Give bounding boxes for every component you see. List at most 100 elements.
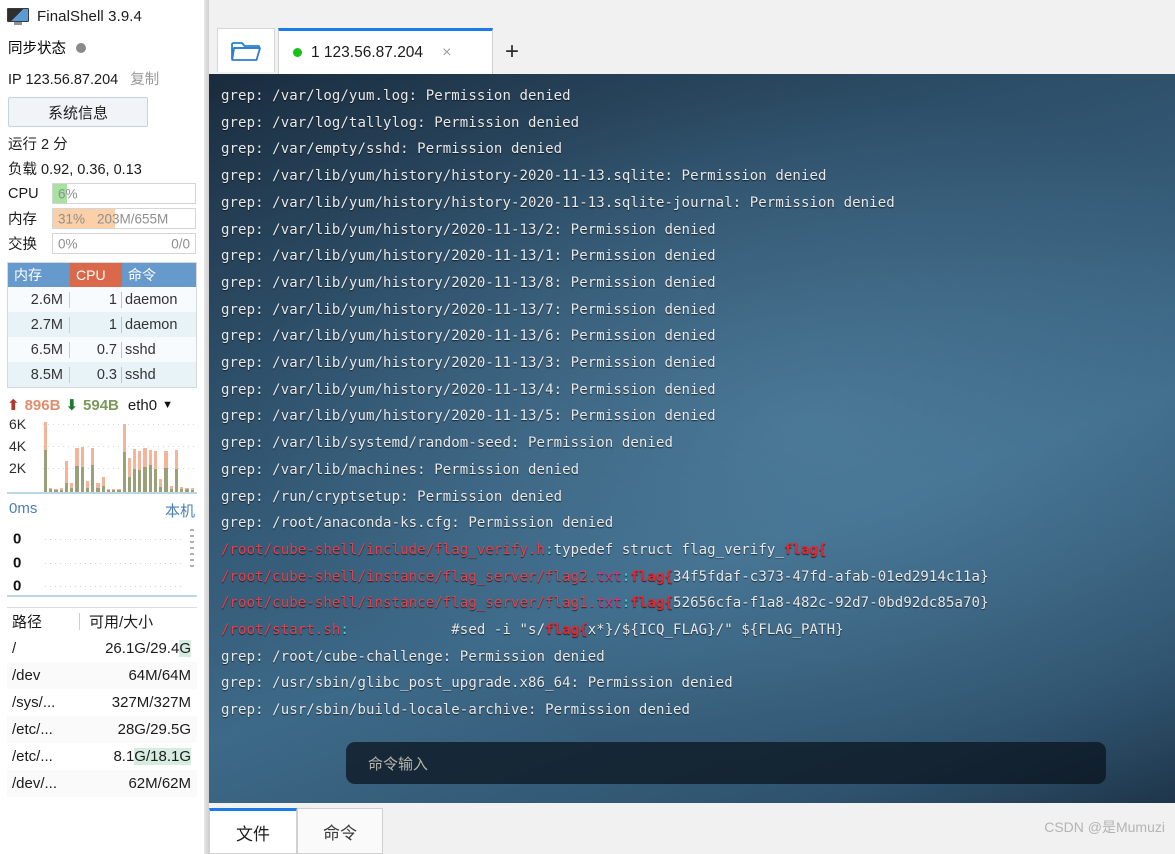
chevron-down-icon[interactable]: ▼ <box>162 399 173 411</box>
process-row[interactable]: 2.7M 1 daemon <box>8 312 196 337</box>
network-chart-ytick: 6K <box>9 416 27 432</box>
disk-size: 327M/327M <box>111 694 191 711</box>
app-title: FinalShell 3.9.4 <box>37 7 142 25</box>
network-interface-label[interactable]: eth0 <box>128 397 157 414</box>
disk-size: 26.1G/29.4G <box>105 640 191 657</box>
process-table: 内存 CPU 命令 2.6M 1 daemon 2.7M 1 daemon 6.5M 0.7 s… <box>7 262 197 388</box>
tab-commands[interactable]: 命令 <box>297 808 383 854</box>
terminal-output[interactable]: grep: /var/log/yum.log: Permission denie… <box>209 74 1175 803</box>
disk-row[interactable]: / 26.1G/29.4G <box>7 635 197 662</box>
command-input[interactable]: 命令输入 <box>346 742 1106 784</box>
terminal-line: grep: /var/lib/yum/history/2020-11-13/7:… <box>221 301 716 318</box>
network-chart-bar <box>190 418 195 492</box>
process-row[interactable]: 6.5M 0.7 sshd <box>8 337 196 362</box>
arrow-down-icon: ⬇ <box>65 397 79 414</box>
disk-size: 64M/64M <box>128 667 191 684</box>
sync-status-dot <box>76 42 86 53</box>
terminal-tab-label: 1 123.56.87.204 <box>311 43 424 61</box>
terminal-lines: grep: /var/log/yum.log: Permission denie… <box>209 74 1175 724</box>
process-cmd: sshd <box>125 366 156 383</box>
sync-status-row: 同步状态 <box>0 32 204 62</box>
gauge-row: CPU 6% <box>0 181 204 206</box>
gauge-percent: 6% <box>58 186 78 201</box>
disk-size: 8.1G/18.1G <box>113 748 191 765</box>
process-col-cpu[interactable]: CPU <box>70 263 122 287</box>
disk-row[interactable]: /sys/... 327M/327M <box>7 689 197 716</box>
network-chart-ytick: 4K <box>9 438 27 454</box>
terminal-line: grep: /run/cryptsetup: Permission denied <box>221 488 563 505</box>
terminal-line: grep: /var/lib/yum/history/2020-11-13/1:… <box>221 248 716 265</box>
latency-chart: 0 0 0 <box>7 523 197 597</box>
terminal-tab[interactable]: 1 123.56.87.204 × <box>278 28 493 74</box>
disk-table-body: / 26.1G/29.4G/dev 64M/64M/sys/... 327M/327M… <box>7 635 197 797</box>
gauge-label: 内存 <box>8 212 37 228</box>
tab-files[interactable]: 文件 <box>209 808 297 854</box>
latency-summary: 0ms 本机 <box>0 494 204 523</box>
latency-row: 0 <box>7 578 197 595</box>
new-tab-button[interactable]: + <box>505 40 519 64</box>
latency-chart-scroll-marks <box>190 529 194 571</box>
terminal-line: grep: /usr/sbin/build-locale-archive: Pe… <box>221 702 691 719</box>
network-traffic-chart: 6K 4K 2K <box>7 416 197 494</box>
close-icon[interactable]: × <box>442 44 451 62</box>
copy-ip-button[interactable]: 复制 <box>130 68 159 89</box>
disk-row[interactable]: /etc/... 8.1G/18.1G <box>7 743 197 770</box>
arrow-up-icon: ⬆ <box>7 397 20 414</box>
process-cpu: 0.3 <box>70 366 122 383</box>
disk-size: 62M/62M <box>128 775 191 792</box>
latency-row: 0 <box>7 555 197 572</box>
terminal-line: grep: /var/empty/sshd: Permission denied <box>221 141 563 158</box>
disk-col-size[interactable]: 可用/大小 <box>80 611 197 632</box>
process-cmd: sshd <box>125 341 156 358</box>
terminal-line: grep: /var/log/yum.log: Permission denie… <box>221 88 571 104</box>
gauge-right: 0/0 <box>171 236 190 251</box>
disk-col-path[interactable]: 路径 <box>7 611 79 632</box>
disk-table: 路径 可用/大小 / 26.1G/29.4G/dev 64M/64M/sys/...… <box>7 607 197 797</box>
gauge-track: 0% 0/0 <box>52 233 196 254</box>
gauge-row: 交换 0% 0/0 <box>0 231 204 256</box>
disk-path: / <box>12 640 17 657</box>
process-col-mem[interactable]: 内存 <box>8 263 70 287</box>
ip-row: IP 123.56.87.204 复制 <box>0 62 204 92</box>
process-col-cmd[interactable]: 命令 <box>122 263 196 287</box>
system-info-button[interactable]: 系统信息 <box>8 97 148 127</box>
process-row[interactable]: 2.6M 1 daemon <box>8 287 196 312</box>
gauge-label: CPU <box>8 185 39 202</box>
open-folder-button[interactable] <box>217 28 275 72</box>
disk-table-header: 路径 可用/大小 <box>7 608 197 635</box>
disk-path: /etc/... <box>12 748 53 765</box>
terminal-line: grep: /var/lib/yum/history/2020-11-13/3:… <box>221 355 716 372</box>
process-cmd: daemon <box>125 291 178 308</box>
gauge-label: 交换 <box>8 237 37 253</box>
bottom-tab-bar: 文件 命令 CSDN @是Mumuzi <box>209 803 1175 854</box>
gauge-detail: 203M/655M <box>97 211 169 226</box>
network-chart-plot <box>43 418 195 492</box>
process-cpu: 0.7 <box>70 341 122 358</box>
latency-gridline <box>45 586 183 587</box>
terminal-line: /root/cube-shell/instance/flag_server/fl… <box>221 568 989 585</box>
process-table-body: 2.6M 1 daemon 2.7M 1 daemon 6.5M 0.7 sshd 8.5M 0.3… <box>8 287 196 387</box>
disk-size: 28G/29.5G <box>117 721 191 738</box>
terminal-line: grep: /usr/sbin/glibc_post_upgrade.x86_6… <box>221 675 733 692</box>
sidebar-scrollbar[interactable] <box>199 285 203 585</box>
network-download-value: 594B <box>83 396 119 414</box>
terminal-line: grep: /var/lib/yum/history/2020-11-13/5:… <box>221 408 716 425</box>
terminal-line: grep: /root/anaconda-ks.cfg: Permission … <box>221 515 614 532</box>
latency-target-label[interactable]: 本机 <box>165 500 195 521</box>
disk-row[interactable]: /dev 64M/64M <box>7 662 197 689</box>
network-chart-y-axis: 6K 4K 2K <box>9 416 41 492</box>
network-chart-bars <box>43 418 195 492</box>
process-mem: 2.7M <box>8 316 70 333</box>
gauge-track: 31% 203M/655M <box>52 208 196 229</box>
process-row[interactable]: 8.5M 0.3 sshd <box>8 362 196 387</box>
latency-row-value: 0 <box>13 530 22 548</box>
disk-row[interactable]: /etc/... 28G/29.5G <box>7 716 197 743</box>
gauge-percent: 31% <box>58 211 86 226</box>
sync-status-label: 同步状态 <box>8 41 66 57</box>
finalshell-window: FinalShell 3.9.4 同步状态 IP 123.56.87.204 复… <box>0 0 1175 854</box>
uptime-label: 运行 2 分 <box>8 137 68 153</box>
process-mem: 2.6M <box>8 291 70 308</box>
disk-row[interactable]: /dev/... 62M/62M <box>7 770 197 797</box>
terminal-line: grep: /var/lib/yum/history/2020-11-13/8:… <box>221 274 716 291</box>
open-folder-icon <box>231 39 261 62</box>
